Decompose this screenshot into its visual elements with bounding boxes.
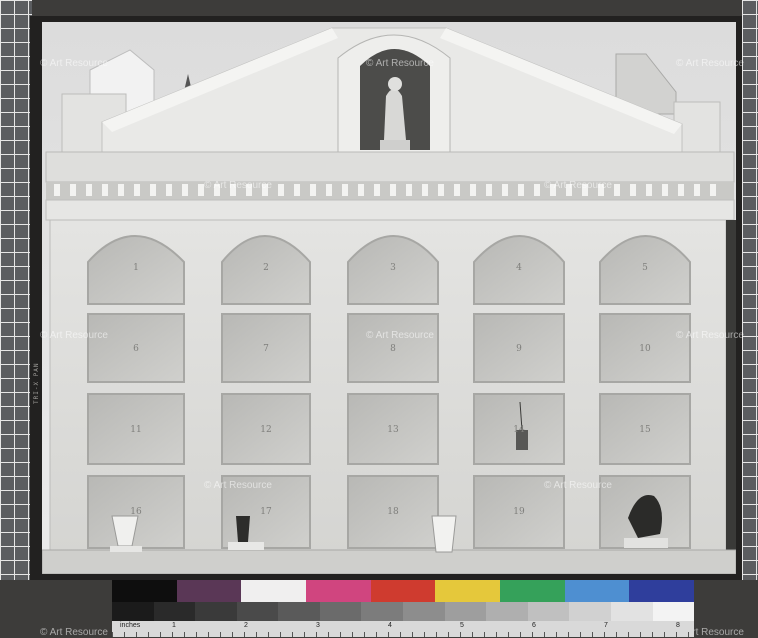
watermark: © Art Resource — [204, 180, 272, 191]
niche-number-8: 8 — [390, 344, 396, 354]
gray-scale-row — [112, 602, 695, 621]
niche-number-3: 3 — [390, 263, 396, 273]
photo-frame: 1 2 3 4 5 6 7 8 9 10 11 12 13 14 15 16 1… — [30, 16, 742, 580]
niche-number-7: 7 — [263, 344, 269, 354]
gray-swatch — [569, 602, 611, 621]
niche-number-6: 6 — [133, 344, 139, 354]
ruler-number: 3 — [316, 622, 320, 629]
color-calibration-target: inches 1 2 3 4 5 6 7 8 — [112, 580, 695, 637]
watermark: © Art Resource — [676, 330, 744, 341]
niche-number-17: 17 — [260, 507, 272, 517]
watermark: © Art Resource — [366, 330, 434, 341]
gray-swatch — [112, 602, 154, 621]
ruler-label: inches — [120, 622, 141, 629]
grid-backdrop-left — [0, 0, 32, 580]
inch-ruler: inches 1 2 3 4 5 6 7 8 — [112, 621, 694, 637]
niche-number-9: 9 — [516, 344, 522, 354]
color-swatch — [435, 580, 501, 602]
color-swatch — [176, 580, 242, 602]
niche-number-4: 4 — [516, 263, 522, 273]
niche-number-10: 10 — [639, 344, 651, 354]
niche-number-13: 13 — [387, 425, 399, 435]
gray-swatch — [610, 602, 653, 621]
ruler-number: 5 — [460, 622, 464, 629]
watermark: © Art Resource — [676, 58, 744, 69]
watermark: © Art Resource — [544, 480, 612, 491]
color-swatch — [112, 580, 177, 602]
niche-number-2: 2 — [263, 263, 269, 273]
color-swatch — [564, 580, 630, 602]
color-swatch — [306, 580, 371, 602]
color-swatch — [370, 580, 436, 602]
film-edge-code: TRI-X PAN — [33, 362, 40, 404]
gray-swatch — [236, 602, 279, 621]
niche-number-5: 5 — [642, 263, 648, 273]
watermark: © Art Resource — [366, 58, 434, 69]
gray-swatch — [403, 602, 445, 621]
color-swatch — [500, 580, 565, 602]
niche-number-15: 15 — [639, 425, 651, 435]
ruler-number: 1 — [172, 622, 176, 629]
ruler-number: 8 — [676, 622, 680, 629]
gray-swatch — [195, 602, 237, 621]
gray-swatch — [486, 602, 528, 621]
niche-number-18: 18 — [387, 507, 399, 517]
ruler-number: 4 — [388, 622, 392, 629]
watermark: © Art Resource — [40, 627, 108, 638]
gray-swatch — [527, 602, 570, 621]
niche-number-12: 12 — [260, 425, 271, 435]
watermark: © Art Resource — [544, 180, 612, 191]
niche-number-19: 19 — [513, 507, 525, 517]
gray-swatch — [444, 602, 487, 621]
gray-swatch — [153, 602, 196, 621]
gray-swatch — [652, 602, 695, 621]
niche-number-16: 16 — [130, 507, 142, 517]
color-swatch-row — [112, 580, 695, 602]
watermark: © Art Resource — [40, 58, 108, 69]
watermark: © Art Resource — [204, 480, 272, 491]
ruler-number: 6 — [532, 622, 536, 629]
color-swatch — [241, 580, 307, 602]
photo-illustration: 1 2 3 4 5 6 7 8 9 10 11 12 13 14 15 16 1… — [42, 22, 736, 574]
ruler-number: 2 — [244, 622, 248, 629]
gray-swatch — [278, 602, 320, 621]
watermark: © Art Resource — [40, 330, 108, 341]
ruler-number: 7 — [604, 622, 608, 629]
grid-backdrop-right — [742, 0, 758, 580]
niche-number-11: 11 — [130, 425, 141, 435]
gray-swatch — [319, 602, 362, 621]
color-swatch — [629, 580, 695, 602]
niche-number-1: 1 — [133, 263, 139, 273]
niche-number-14: 14 — [513, 425, 525, 435]
cemetery-vault-photo: 1 2 3 4 5 6 7 8 9 10 11 12 13 14 15 16 1… — [42, 22, 736, 574]
gray-swatch — [361, 602, 404, 621]
